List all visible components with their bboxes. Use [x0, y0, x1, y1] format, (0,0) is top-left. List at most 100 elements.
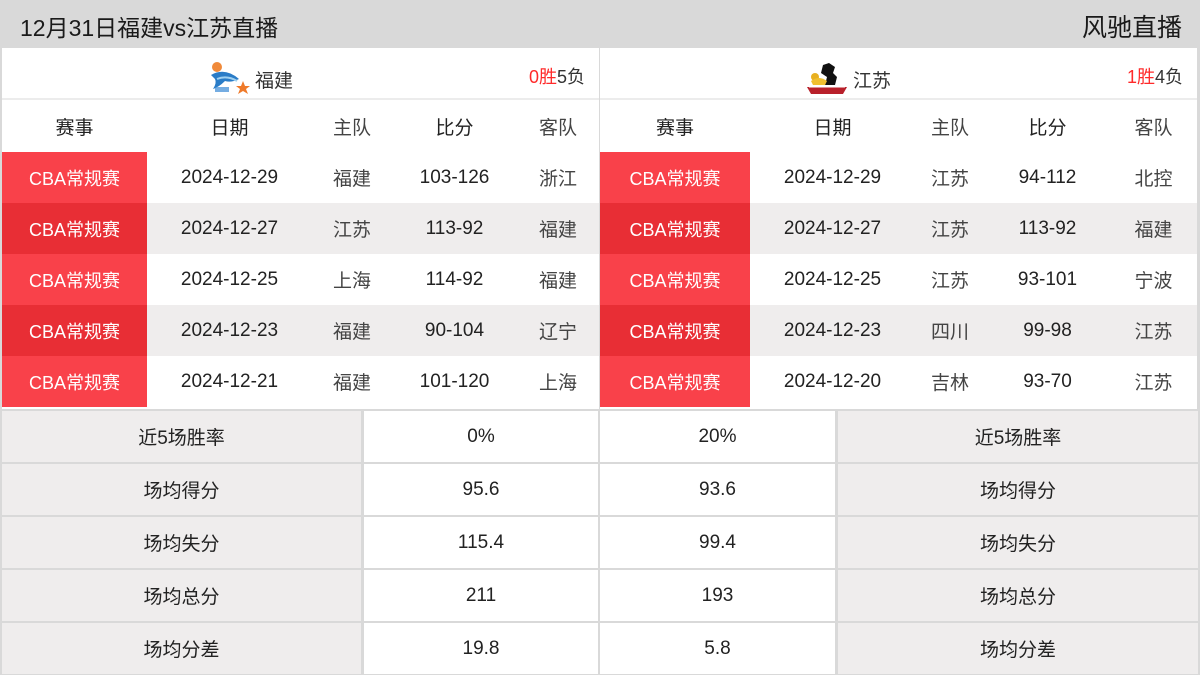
match-row[interactable]: CBA常规赛 2024-12-20 吉林 93-70 江苏	[600, 356, 1197, 407]
match-row[interactable]: CBA常规赛 2024-12-29 福建 103-126 浙江	[2, 152, 599, 203]
home-team: 江苏	[930, 169, 969, 190]
away-team: 上海	[538, 373, 577, 394]
stat-label-left: 场均分差	[2, 623, 361, 674]
col-header-away: 客队	[1134, 117, 1173, 139]
away-team: 江苏	[1134, 322, 1173, 343]
stat-label-right: 场均失分	[838, 517, 1198, 568]
event-badge: CBA常规赛	[600, 305, 750, 356]
event-badge: CBA常规赛	[2, 305, 147, 356]
match-date: 2024-12-29	[180, 166, 279, 188]
match-row[interactable]: CBA常规赛 2024-12-23 福建 90-104 辽宁	[2, 305, 599, 356]
match-row[interactable]: CBA常规赛 2024-12-29 江苏 94-112 北控	[600, 152, 1197, 203]
win-count: 1胜	[1126, 67, 1155, 87]
event-badge: CBA常规赛	[600, 152, 750, 203]
event-badge: CBA常规赛	[600, 203, 750, 254]
home-team: 福建	[332, 322, 371, 343]
stat-label-right: 近5场胜率	[838, 411, 1198, 462]
match-score: 93-101	[1017, 268, 1078, 290]
match-date: 2024-12-29	[783, 166, 882, 188]
col-header-event: 赛事	[55, 117, 94, 139]
stats-row: 场均分差 19.8 5.8 场均分差	[0, 621, 1200, 674]
home-team: 上海	[332, 271, 371, 292]
stat-label-left: 场均总分	[2, 570, 361, 621]
match-score: 114-92	[425, 268, 484, 290]
away-team: 福建	[538, 220, 577, 241]
home-team: 江苏	[930, 271, 969, 292]
home-team: 江苏	[930, 220, 969, 241]
event-badge: CBA常规赛	[600, 356, 750, 407]
stat-value-right: 93.6	[600, 464, 835, 515]
stats-row: 场均得分 95.6 93.6 场均得分	[0, 462, 1200, 515]
col-header-score: 比分	[1028, 117, 1067, 139]
brand-name: 风驰直播	[1081, 14, 1182, 42]
match-date: 2024-12-21	[180, 370, 279, 392]
event-badge: CBA常规赛	[2, 203, 147, 254]
home-team: 四川	[930, 322, 969, 343]
team-record: 0胜5负	[529, 63, 585, 89]
stat-label-left: 场均得分	[2, 464, 361, 515]
away-team: 宁波	[1134, 271, 1173, 292]
team-panel-home: 福建 0胜5负 赛事 日期 主队 比分 客队 CBA常规赛 2024-12-29…	[0, 48, 599, 409]
stat-label-left: 场均失分	[2, 517, 361, 568]
stat-value-left: 0%	[364, 411, 598, 462]
match-date: 2024-12-25	[180, 268, 279, 290]
away-team: 北控	[1134, 169, 1173, 190]
match-date: 2024-12-23	[180, 319, 279, 341]
match-score: 101-120	[419, 370, 490, 392]
match-row[interactable]: CBA常规赛 2024-12-25 江苏 93-101 宁波	[600, 254, 1197, 305]
match-score: 93-70	[1023, 370, 1072, 392]
col-header-home: 主队	[930, 117, 969, 139]
stats-row: 场均总分 211 193 场均总分	[0, 568, 1200, 621]
stat-label-right: 场均得分	[838, 464, 1198, 515]
match-row[interactable]: CBA常规赛 2024-12-27 江苏 113-92 福建	[600, 203, 1197, 254]
match-score: 94-112	[1018, 166, 1077, 188]
home-team: 福建	[332, 169, 371, 190]
match-date: 2024-12-23	[783, 319, 882, 341]
match-date: 2024-12-27	[783, 217, 882, 239]
col-header-date: 日期	[210, 117, 249, 139]
team-name-block[interactable]: 福建	[207, 61, 293, 97]
col-header-away: 客队	[538, 117, 577, 139]
match-row[interactable]: CBA常规赛 2024-12-21 福建 101-120 上海	[2, 356, 599, 407]
col-header-date: 日期	[813, 117, 852, 139]
stat-value-right: 5.8	[600, 623, 835, 674]
top-header: 12月31日福建vs江苏直播 风驰直播	[0, 0, 1200, 48]
stat-label-right: 场均总分	[838, 570, 1198, 621]
stat-label-right: 场均分差	[838, 623, 1198, 674]
match-row[interactable]: CBA常规赛 2024-12-25 上海 114-92 福建	[2, 254, 599, 305]
away-team: 浙江	[538, 169, 577, 190]
match-score: 103-126	[419, 166, 490, 188]
table-header: 赛事 日期 主队 比分 客队	[2, 100, 599, 152]
away-team: 江苏	[1134, 373, 1173, 394]
page-title: 12月31日福建vs江苏直播	[20, 15, 279, 41]
team-name: 江苏	[853, 70, 892, 92]
away-team: 福建	[1134, 220, 1173, 241]
stats-row: 场均失分 115.4 99.4 场均失分	[0, 515, 1200, 568]
stat-label-left: 近5场胜率	[2, 411, 361, 462]
fujian-team-logo-icon	[207, 61, 251, 97]
away-team: 辽宁	[538, 322, 577, 343]
match-row[interactable]: CBA常规赛 2024-12-27 江苏 113-92 福建	[2, 203, 599, 254]
stats-row: 近5场胜率 0% 20% 近5场胜率	[0, 409, 1200, 462]
team-row: 福建 0胜5负	[2, 48, 599, 100]
team-row: 江苏 1胜4负	[600, 48, 1197, 100]
stat-value-left: 115.4	[364, 517, 598, 568]
stats-comparison-table: 近5场胜率 0% 20% 近5场胜率 场均得分 95.6 93.6 场均得分 场…	[0, 409, 1200, 675]
loss-count: 4负	[1154, 67, 1183, 87]
home-team: 福建	[332, 373, 371, 394]
match-score: 113-92	[1018, 217, 1077, 239]
team-panel-away: 江苏 1胜4负 赛事 日期 主队 比分 客队 CBA常规赛 2024-12-29…	[600, 48, 1199, 409]
team-name-block[interactable]: 江苏	[805, 61, 891, 97]
match-score: 113-92	[425, 217, 484, 239]
event-badge: CBA常规赛	[2, 356, 147, 407]
stat-value-right: 20%	[600, 411, 835, 462]
stat-value-left: 19.8	[364, 623, 598, 674]
away-team: 福建	[538, 271, 577, 292]
stat-value-right: 193	[600, 570, 835, 621]
table-header: 赛事 日期 主队 比分 客队	[600, 100, 1197, 152]
col-header-event: 赛事	[655, 117, 694, 139]
match-row[interactable]: CBA常规赛 2024-12-23 四川 99-98 江苏	[600, 305, 1197, 356]
event-badge: CBA常规赛	[2, 152, 147, 203]
match-score: 99-98	[1023, 319, 1072, 341]
match-score: 90-104	[424, 319, 485, 341]
